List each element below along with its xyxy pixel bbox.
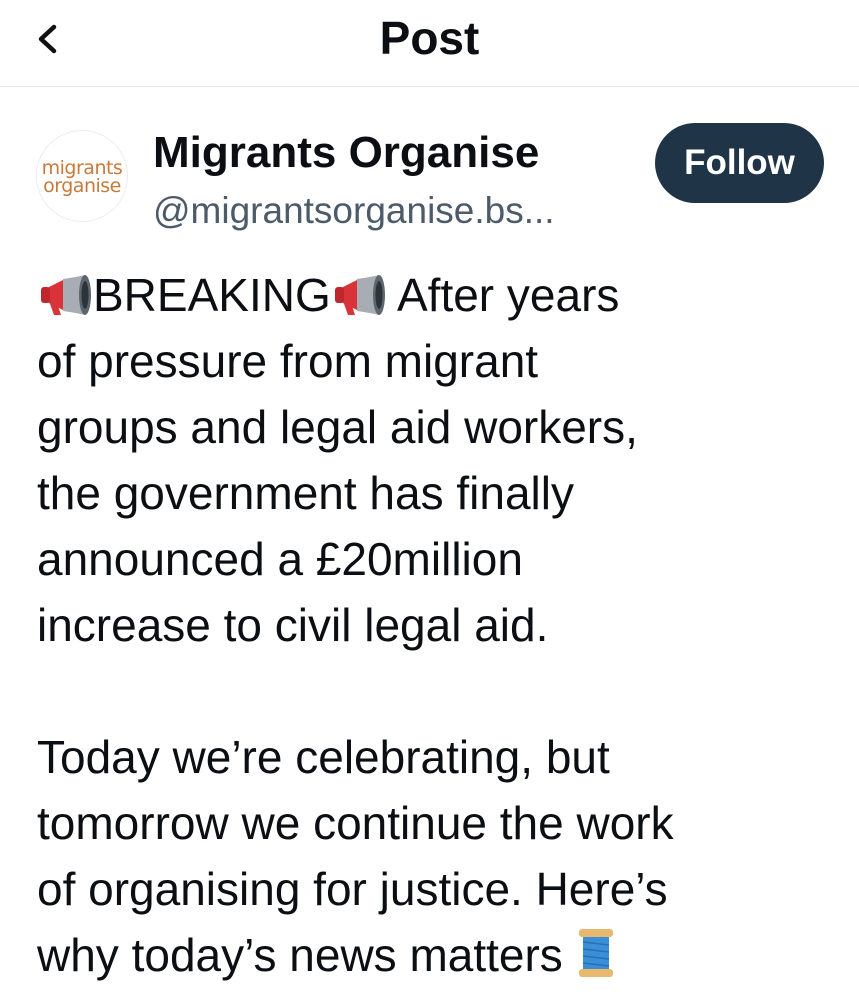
author-display-name[interactable]: Migrants Organise [153, 127, 539, 179]
breaking-word: BREAKING [93, 269, 331, 321]
thread-spool-emoji-icon [578, 929, 613, 977]
post-line-1-text: After years [386, 269, 620, 321]
post-line-10-text: why today’s news matters [37, 929, 563, 981]
post-line-4: the government has finally [37, 467, 574, 519]
post-line-10: why today’s news matters [37, 922, 827, 988]
post-line-3: groups and legal aid workers, [37, 401, 638, 453]
avatar[interactable]: migrants organise [36, 130, 128, 222]
post-line-5: announced a £20million [37, 533, 523, 585]
follow-button[interactable]: Follow [655, 123, 824, 203]
avatar-text-line2: organise [43, 175, 121, 197]
post-line-9: of organising for justice. Here’s [37, 863, 668, 915]
post-line-6: increase to civil legal aid. [37, 599, 549, 651]
author-handle[interactable]: @migrantsorganise.bs... [153, 188, 555, 234]
top-bar: Post [0, 0, 859, 87]
post-line-1: BREAKING After years [37, 262, 827, 328]
post-line-2: of pressure from migrant [37, 335, 539, 387]
post-line-7: Today we’re celebrating, but [37, 731, 610, 783]
megaphone-emoji-icon [334, 275, 385, 315]
megaphone-emoji-icon [41, 275, 91, 315]
page-title: Post [379, 12, 480, 64]
post-text: BREAKING After years of pressure from mi… [37, 262, 827, 988]
post-line-8: tomorrow we continue the work [37, 797, 674, 849]
